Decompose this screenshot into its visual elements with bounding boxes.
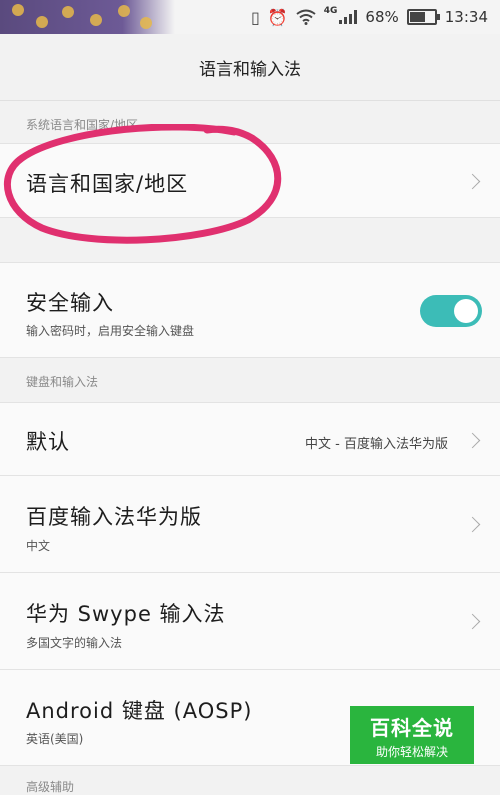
status-bar: ▯ ⏰ 4G 68% 13:34 bbox=[0, 0, 500, 34]
secure-input-toggle[interactable] bbox=[420, 295, 482, 327]
section-title-advanced: 高级辅助 bbox=[26, 780, 75, 794]
secure-input-row[interactable]: 安全输入 输入密码时，启用安全输入键盘 bbox=[0, 262, 500, 358]
input-method-title: 百度输入法华为版 bbox=[26, 505, 202, 529]
input-method-title: Android 键盘 (AOSP) bbox=[26, 699, 253, 723]
toggle-knob bbox=[454, 299, 478, 323]
input-method-row-swype[interactable]: 华为 Swype 输入法 多国文字的输入法 bbox=[0, 573, 500, 670]
vibrate-icon: ▯ bbox=[251, 7, 260, 27]
section-title-system-language: 系统语言和国家/地区 bbox=[26, 118, 139, 132]
input-method-subtitle: 英语(美国) bbox=[26, 732, 84, 746]
input-method-title: 华为 Swype 输入法 bbox=[26, 602, 226, 626]
secure-input-label: 安全输入 bbox=[26, 291, 114, 315]
language-region-label: 语言和国家/地区 bbox=[26, 172, 189, 196]
network-type: 4G bbox=[323, 6, 338, 16]
secure-input-description: 输入密码时，启用安全输入键盘 bbox=[26, 324, 195, 338]
watermark-logo: 百科全说 助你轻松解决 bbox=[350, 706, 474, 764]
clock: 13:34 bbox=[444, 8, 488, 26]
signal-icon bbox=[339, 10, 358, 24]
status-icons: ▯ ⏰ 4G 68% 13:34 bbox=[251, 6, 488, 28]
chevron-right-icon bbox=[464, 173, 481, 190]
wifi-icon bbox=[296, 9, 316, 25]
input-method-subtitle: 多国文字的输入法 bbox=[26, 636, 123, 650]
default-input-value: 中文 - 百度输入法华为版 bbox=[305, 437, 448, 452]
battery-icon bbox=[406, 9, 440, 25]
alarm-icon: ⏰ bbox=[267, 7, 288, 27]
input-method-subtitle: 中文 bbox=[26, 539, 51, 553]
chevron-right-icon bbox=[464, 516, 481, 533]
battery-percent: 68% bbox=[365, 8, 399, 26]
wallpaper-strip bbox=[0, 0, 175, 34]
watermark-title: 百科全说 bbox=[370, 716, 454, 740]
language-region-row[interactable]: 语言和国家/地区 bbox=[0, 143, 500, 218]
default-input-row[interactable]: 默认 中文 - 百度输入法华为版 bbox=[0, 402, 500, 476]
page-title: 语言和输入法 bbox=[0, 34, 500, 101]
default-input-label: 默认 bbox=[26, 430, 70, 454]
input-method-row-baidu[interactable]: 百度输入法华为版 中文 bbox=[0, 476, 500, 573]
chevron-right-icon bbox=[464, 432, 481, 449]
watermark-subtitle: 助你轻松解决 bbox=[375, 745, 448, 759]
section-title-keyboard: 键盘和输入法 bbox=[26, 375, 99, 389]
chevron-right-icon bbox=[464, 613, 481, 630]
